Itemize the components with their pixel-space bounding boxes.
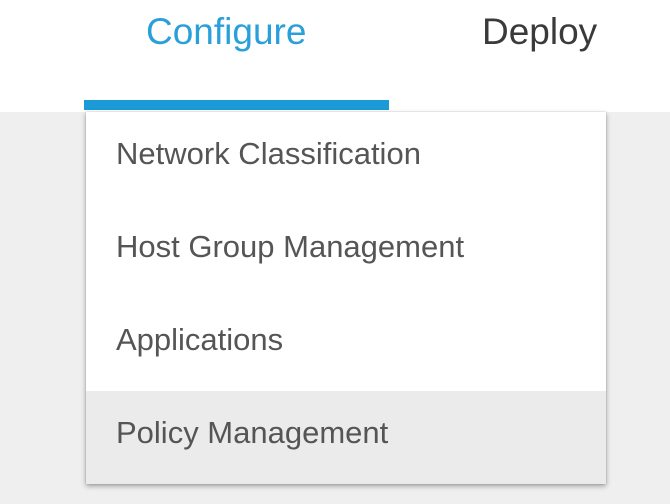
tab-deploy-label: Deploy — [482, 11, 598, 52]
menu-item-applications[interactable]: Applications — [86, 298, 606, 391]
active-tab-indicator — [84, 100, 389, 110]
menu-item-network-classification[interactable]: Network Classification — [86, 112, 606, 205]
menu-item-policy-management[interactable]: Policy Management — [86, 391, 606, 484]
tab-configure-label: Configure — [146, 11, 307, 52]
menu-item-label: Applications — [116, 322, 284, 357]
menu-item-label: Network Classification — [116, 136, 421, 171]
menu-item-label: Host Group Management — [116, 229, 465, 264]
top-navigation: Configure Deploy — [0, 0, 670, 112]
menu-item-label: Policy Management — [116, 415, 389, 450]
menu-item-host-group-management[interactable]: Host Group Management — [86, 205, 606, 298]
tab-deploy[interactable]: Deploy — [470, 0, 670, 112]
configure-dropdown-menu: Network Classification Host Group Manage… — [86, 112, 606, 484]
tab-configure[interactable]: Configure — [84, 0, 389, 112]
